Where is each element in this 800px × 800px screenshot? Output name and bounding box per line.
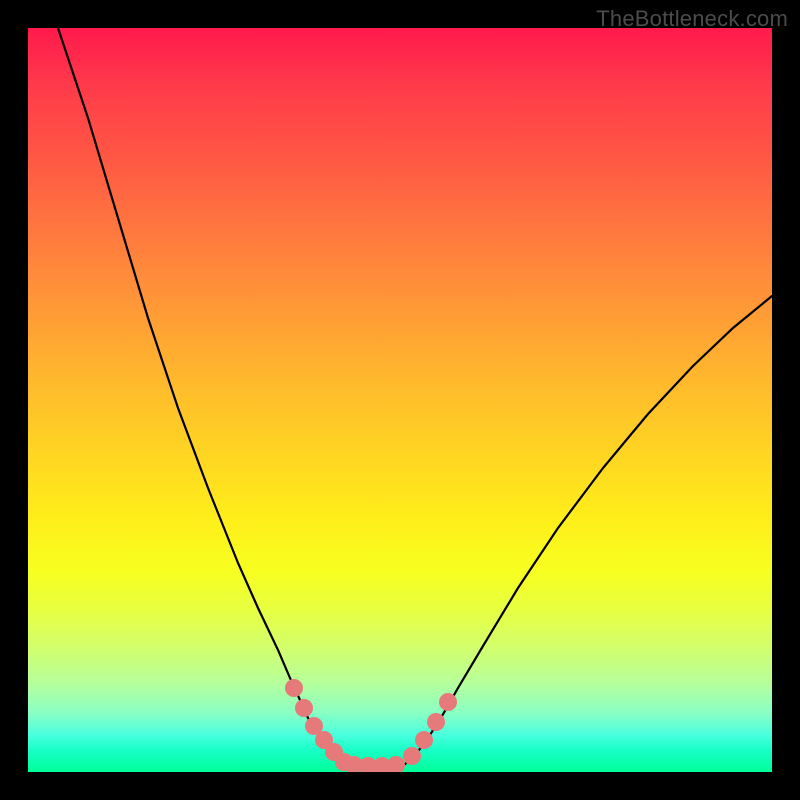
marker-dot [387,756,405,772]
watermark-text: TheBottleneck.com [596,6,788,32]
marker-dot [285,679,303,697]
chart-plot-area [28,28,772,772]
marker-dot [403,747,421,765]
right-curve [404,296,772,765]
marker-dot [427,713,445,731]
marker-dot [415,731,433,749]
marker-dots [285,679,457,772]
marker-dot [295,699,313,717]
chart-svg [28,28,772,772]
left-curve [58,28,350,765]
marker-dot [439,693,457,711]
